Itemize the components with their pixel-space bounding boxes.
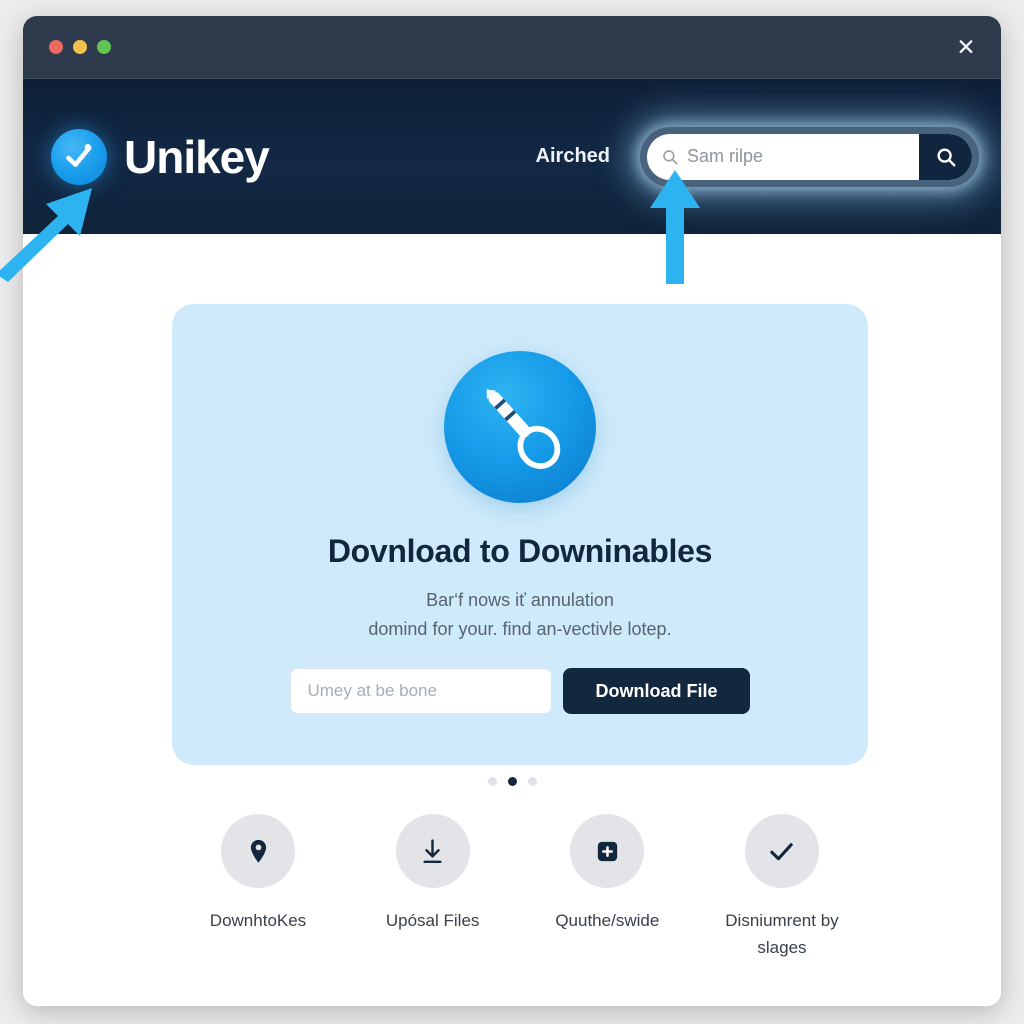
feature-label: Upósal Files [385, 911, 480, 930]
add-square-icon [570, 814, 645, 888]
maximize-traffic-light[interactable] [97, 40, 111, 54]
pagination-dot-2[interactable] [507, 777, 517, 786]
location-pin-icon [221, 814, 295, 888]
header-right-group: Airched [536, 126, 979, 187]
brand-name: Unikey [124, 130, 270, 183]
feature-item-downhtokes[interactable]: DownhtoKes [183, 814, 333, 961]
app-header: Unikey Airched [23, 79, 1001, 234]
feature-item-uposal-files[interactable]: Upósal Files [358, 814, 508, 961]
search-bar-highlight [640, 126, 979, 187]
hero-subtitle-line-1: Bar‘f nows iť annulation [426, 590, 614, 610]
feature-item-disniumrent-by-slages[interactable]: Disniumrent by slages [707, 814, 857, 961]
brand-logo[interactable]: Unikey [51, 128, 270, 185]
key-pen-icon [444, 351, 596, 503]
pagination-dot-3[interactable] [527, 777, 537, 786]
feature-label: Disniumrent by slages [725, 911, 839, 958]
hero-card: Dovnload to Downinables Bar‘f nows iť an… [172, 304, 868, 765]
download-file-button[interactable]: Download File [563, 668, 750, 715]
feature-item-quuthe-swide[interactable]: Quuthe/swide [532, 814, 682, 961]
pagination-dot-1[interactable] [487, 777, 497, 786]
check-icon [744, 814, 819, 888]
app-window: ✕ Unikey Airched Sam rilpe Dovnload to D… [23, 16, 1001, 1006]
minimize-traffic-light[interactable] [73, 40, 87, 54]
hero-title: Dovnload to Downinables [327, 533, 713, 569]
close-traffic-light[interactable] [49, 40, 63, 54]
hero-subtitle-line-2: domind for your. find an-vectivle lotep. [368, 619, 672, 640]
traffic-light-buttons [49, 40, 111, 54]
feature-label: DownhtoKes [209, 911, 307, 930]
nav-link-airched[interactable]: Airched [536, 145, 610, 168]
search-bar[interactable] [647, 133, 972, 180]
download-icon [395, 814, 470, 888]
title-bar: ✕ [23, 16, 1001, 79]
main-content: Dovnload to Downinables Bar‘f nows iť an… [23, 234, 1001, 1006]
download-form: Download File [290, 668, 750, 715]
search-icon [661, 148, 679, 166]
check-key-badge-icon [51, 128, 107, 185]
search-submit-button[interactable] [919, 133, 972, 180]
download-input[interactable] [290, 668, 553, 715]
feature-shortcuts: DownhtoKes Upósal Files Quuthe/swide Di… [183, 814, 857, 961]
carousel-pagination [23, 777, 1001, 786]
close-icon[interactable]: ✕ [953, 34, 979, 60]
feature-label: Quuthe/swide [555, 911, 660, 930]
search-input[interactable] [687, 146, 919, 167]
hero-subtitle: Bar‘f nows iť annulation domind for your… [368, 586, 671, 644]
